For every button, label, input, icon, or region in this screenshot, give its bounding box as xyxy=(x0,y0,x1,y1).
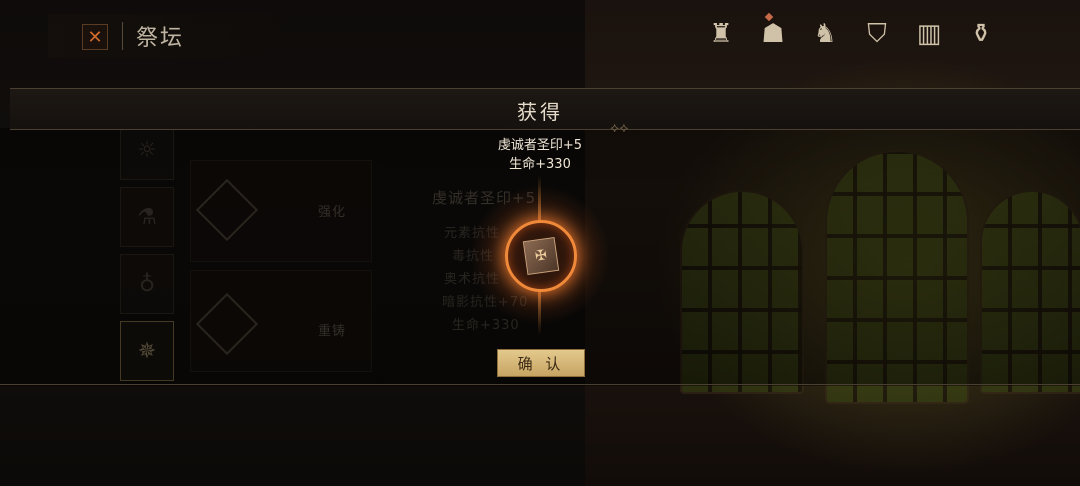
holy-seal-icon: ✠ xyxy=(522,236,560,276)
hood-icon[interactable]: ☗ xyxy=(752,12,794,56)
dialog-bottom-divider xyxy=(0,384,1080,385)
reward-text: 虔诚者圣印+5 生命+330 xyxy=(470,136,610,174)
top-nav-icons: ♜ ☗ ♞ ⛉ ▥ ⚱ xyxy=(700,12,1002,56)
reward-name: 虔诚者圣印+5 xyxy=(497,138,583,153)
beast-icon[interactable]: ♞ xyxy=(804,12,846,56)
page-title: 祭坛 xyxy=(136,26,185,51)
reward-stat: 生命+330 xyxy=(509,157,571,172)
confirm-button[interactable]: 确 认 xyxy=(497,349,585,377)
reward-item-slot[interactable]: ✠ xyxy=(505,220,577,292)
banner-ornament-icon: ⟡⟡ xyxy=(610,120,629,136)
title-divider xyxy=(122,22,123,50)
altar-icon[interactable]: ♜ xyxy=(700,12,742,56)
shield-icon[interactable]: ⛉ xyxy=(856,12,898,56)
dialog-title: 获得 xyxy=(517,100,563,124)
hood-glyph: ☗ xyxy=(761,19,785,49)
close-button[interactable]: ✕ xyxy=(82,24,108,50)
book-icon[interactable]: ▥ xyxy=(908,12,950,56)
bag-icon[interactable]: ⚱ xyxy=(960,12,1002,56)
